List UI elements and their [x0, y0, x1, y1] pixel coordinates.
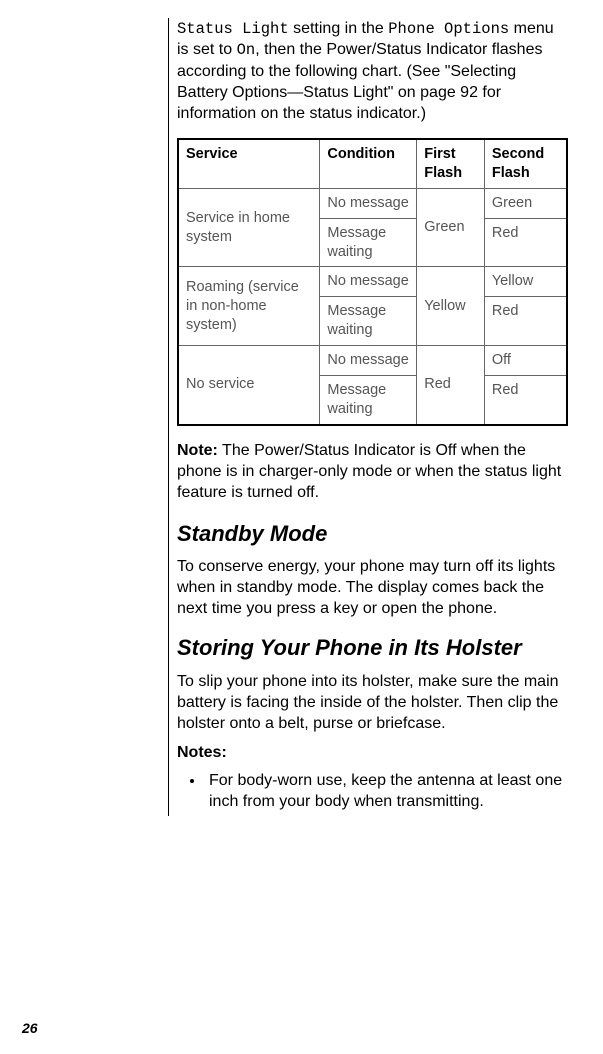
cell-service-home: Service in home system [178, 188, 320, 267]
th-second: Second Flash [484, 139, 567, 188]
cell-condition: Message waiting [320, 218, 417, 267]
cell-second: Yellow [484, 267, 567, 297]
intro-paragraph: Status Light setting in the Phone Option… [177, 18, 568, 124]
table-row: No service No message Red Off [178, 345, 567, 375]
content-column: Status Light setting in the Phone Option… [168, 18, 568, 816]
page: Status Light setting in the Phone Option… [0, 0, 603, 1054]
on-term: On [237, 41, 256, 59]
cell-condition: No message [320, 345, 417, 375]
th-first: First Flash [417, 139, 485, 188]
note-label: Note: [177, 442, 218, 459]
status-light-term: Status Light [177, 20, 289, 38]
page-number: 26 [22, 1020, 38, 1036]
intro-text-1: setting in the [289, 20, 389, 37]
notes-list: For body-worn use, keep the antenna at l… [197, 770, 568, 812]
cell-second: Red [484, 218, 567, 267]
th-condition: Condition [320, 139, 417, 188]
notes-label: Notes: [177, 744, 568, 762]
cell-second: Green [484, 188, 567, 218]
cell-first-red: Red [417, 345, 485, 424]
cell-second: Off [484, 345, 567, 375]
note-text: The Power/Status Indicator is Off when t… [177, 442, 561, 501]
phone-options-term: Phone Options [388, 20, 509, 38]
cell-first-green: Green [417, 188, 485, 267]
cell-condition: No message [320, 188, 417, 218]
cell-service-none: No service [178, 345, 320, 424]
heading-standby: Standby Mode [177, 521, 568, 546]
table-row: Roaming (service in non-home system) No … [178, 267, 567, 297]
cell-condition: Message waiting [320, 375, 417, 424]
note-paragraph: Note: The Power/Status Indicator is Off … [177, 440, 568, 503]
cell-condition: No message [320, 267, 417, 297]
cell-first-yellow: Yellow [417, 267, 485, 346]
heading-holster: Storing Your Phone in Its Holster [177, 635, 568, 660]
flash-table: Service Condition First Flash Second Fla… [177, 138, 568, 425]
table-row: Service in home system No message Green … [178, 188, 567, 218]
cell-second: Red [484, 375, 567, 424]
th-service: Service [178, 139, 320, 188]
cell-service-roaming: Roaming (service in non-home system) [178, 267, 320, 346]
table-header-row: Service Condition First Flash Second Fla… [178, 139, 567, 188]
holster-body: To slip your phone into its holster, mak… [177, 671, 568, 734]
cell-second: Red [484, 297, 567, 346]
list-item: For body-worn use, keep the antenna at l… [205, 770, 568, 812]
standby-body: To conserve energy, your phone may turn … [177, 556, 568, 619]
cell-condition: Message waiting [320, 297, 417, 346]
